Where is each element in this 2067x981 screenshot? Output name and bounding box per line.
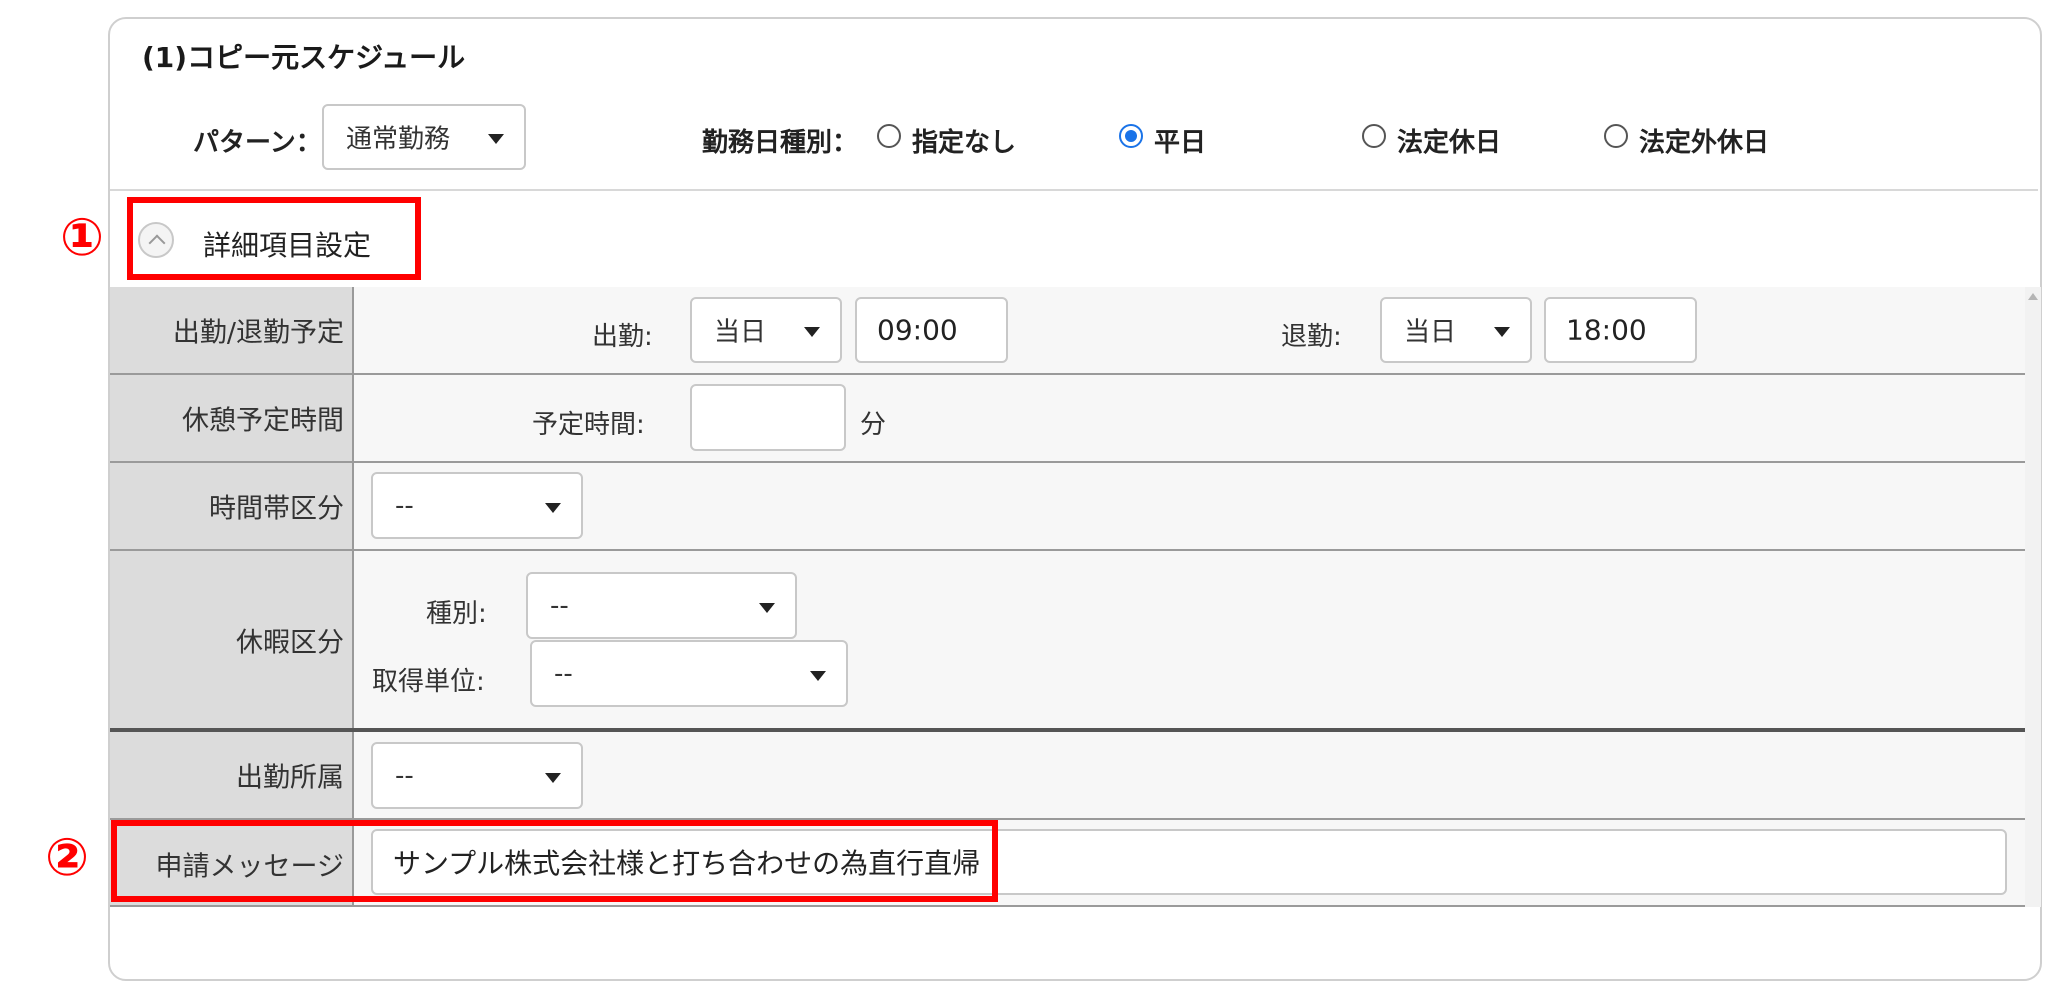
clock-out-label: 退勤: <box>1281 322 1342 352</box>
row-separator <box>110 549 2025 551</box>
leave-unit-label: 取得単位: <box>372 667 485 697</box>
annotation-1: ① <box>60 208 105 268</box>
radio-non-legal-holiday[interactable] <box>1604 124 1628 148</box>
row-separator <box>110 461 2025 463</box>
clock-in-day-select[interactable]: 当日 <box>690 297 842 363</box>
leave-unit-select[interactable]: -- <box>530 640 848 707</box>
radio-weekday[interactable] <box>1119 124 1143 148</box>
chevron-down-icon <box>759 602 775 613</box>
clock-out-day-value: 当日 <box>1404 317 1457 348</box>
affiliation-select[interactable]: -- <box>371 742 583 809</box>
clock-in-label: 出勤: <box>592 322 653 352</box>
chevron-down-icon <box>545 502 561 513</box>
row-separator <box>110 373 2025 375</box>
clock-out-day-select[interactable]: 当日 <box>1380 297 1532 363</box>
radio-weekday-label[interactable]: 平日 <box>1154 122 1206 159</box>
leave-unit-select-value: -- <box>554 658 573 689</box>
leave-type-label: 種別: <box>426 599 487 629</box>
break-time-input[interactable] <box>690 384 846 451</box>
highlight-box-2 <box>111 820 998 902</box>
affiliation-select-value: -- <box>395 760 414 791</box>
details-table <box>110 287 2025 907</box>
row-header-leave: 休暇区分 <box>110 551 352 729</box>
radio-legal-holiday[interactable] <box>1362 124 1386 148</box>
radio-unspecified-label[interactable]: 指定なし <box>912 122 1016 159</box>
annotation-2: ② <box>45 828 90 888</box>
chevron-down-icon <box>810 670 826 681</box>
section-title: (1)コピー元スケジュール <box>142 41 466 74</box>
leave-type-select[interactable]: -- <box>526 572 797 639</box>
pattern-select[interactable]: 通常勤務 <box>322 104 526 170</box>
clock-in-time-input[interactable]: 09:00 <box>855 297 1008 363</box>
radio-non-legal-holiday-label[interactable]: 法定外休日 <box>1639 122 1769 159</box>
workday-type-label: 勤務日種別： <box>702 128 859 158</box>
chevron-down-icon <box>804 327 820 337</box>
column-divider <box>352 287 354 907</box>
chevron-down-icon <box>545 772 561 783</box>
timeband-select-value: -- <box>395 490 414 521</box>
divider <box>110 189 2038 191</box>
row-header-attendance: 出勤/退勤予定 <box>110 287 352 373</box>
row-header-break: 休憩予定時間 <box>110 375 352 461</box>
row-header-timeband: 時間帯区分 <box>110 463 352 549</box>
row-header-affiliation: 出勤所属 <box>110 732 352 818</box>
chevron-down-icon <box>488 134 504 144</box>
pattern-select-value: 通常勤務 <box>346 124 451 155</box>
row-separator <box>110 905 2025 907</box>
clock-in-day-value: 当日 <box>714 317 767 348</box>
clock-out-time-input[interactable]: 18:00 <box>1544 297 1697 363</box>
clock-in-time-value: 09:00 <box>877 313 958 347</box>
row-separator <box>110 728 2025 732</box>
break-time-unit: 分 <box>860 410 887 440</box>
scrollbar[interactable] <box>2025 287 2041 907</box>
break-time-label: 予定時間: <box>532 410 645 440</box>
radio-legal-holiday-label[interactable]: 法定休日 <box>1397 122 1501 159</box>
highlight-box-1 <box>127 197 421 280</box>
clock-out-time-value: 18:00 <box>1566 313 1647 347</box>
timeband-select[interactable]: -- <box>371 472 583 539</box>
chevron-down-icon <box>1494 327 1510 337</box>
pattern-label: パターン： <box>193 128 322 158</box>
leave-type-select-value: -- <box>550 590 569 621</box>
radio-unspecified[interactable] <box>877 124 901 148</box>
